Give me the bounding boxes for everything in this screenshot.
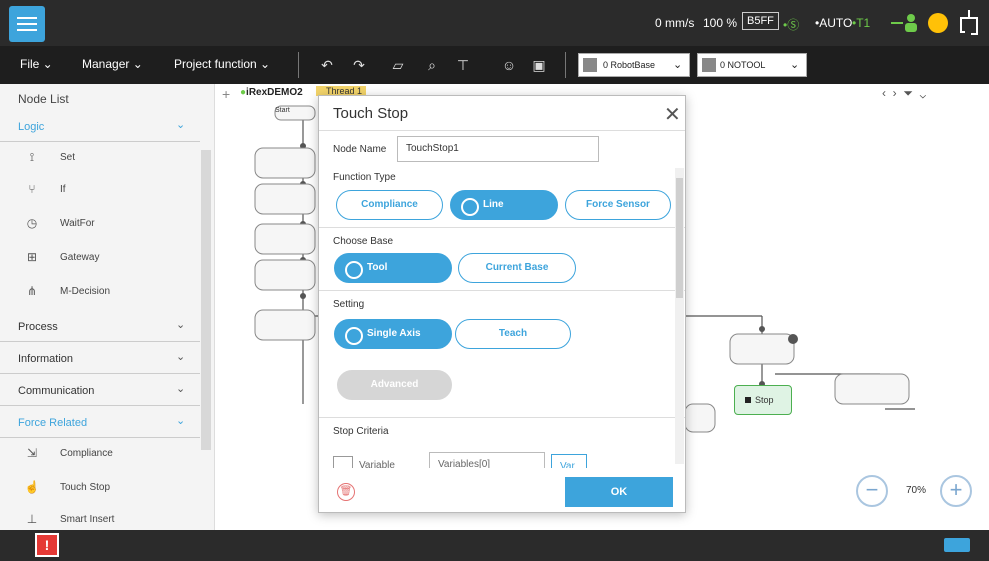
user-status-icon[interactable] — [891, 12, 919, 34]
var-button[interactable]: Var — [551, 454, 587, 468]
start-node-label: Start — [275, 107, 290, 114]
chevron-down-icon: ⌄ — [673, 59, 683, 71]
file-menu[interactable]: File ⌄ — [20, 57, 53, 71]
chevron-down-icon: ⌄ — [176, 351, 186, 363]
zoom-out-button[interactable]: − — [856, 475, 888, 507]
shape-icon[interactable]: ▱ — [389, 56, 407, 74]
menu-bar — [0, 46, 989, 84]
comment-icon[interactable]: ☺ — [500, 56, 518, 74]
function-type-force-sensor[interactable]: Force Sensor — [565, 190, 671, 220]
delete-icon[interactable]: 🗑 — [337, 483, 355, 501]
advanced-button[interactable]: Advanced — [337, 370, 452, 400]
section-process[interactable]: Process ⌄ — [0, 312, 200, 342]
close-icon[interactable]: ✕ — [664, 102, 681, 127]
m-decision-icon: ⋔ — [26, 284, 38, 298]
setting-single-axis[interactable]: Single Axis — [334, 319, 452, 349]
node-list-panel: Node List Logic ⌄ ⟟ Set ⑂ If ◷ WaitFor ⊞ … — [0, 84, 215, 530]
node-list-scrollbar[interactable] — [201, 150, 211, 450]
project-function-menu[interactable]: Project function ⌄ — [174, 57, 270, 71]
node-item-set[interactable]: ⟟ Set — [0, 142, 200, 174]
redo-icon[interactable]: ↷ — [350, 56, 368, 74]
node-item-gateway[interactable]: ⊞ Gateway — [0, 242, 200, 274]
section-force-related[interactable]: Force Related ⌄ — [0, 408, 200, 438]
search-icon[interactable]: ⌕ — [423, 56, 441, 74]
node-name-input[interactable]: TouchStop1 — [397, 136, 599, 162]
dialog-scrollbar-thumb[interactable] — [676, 178, 683, 298]
node-item-touch-stop[interactable]: ☝ Touch Stop — [0, 472, 200, 504]
tool-select[interactable]: 0 NOTOOL ⌄ — [697, 53, 807, 77]
chevron-down-icon: ⌄ — [176, 119, 186, 131]
chevron-down-icon: ⌄ — [176, 383, 186, 395]
status-light-icon — [928, 13, 948, 33]
function-type-label: Function Type — [333, 172, 396, 183]
function-type-line[interactable]: Line — [450, 190, 558, 220]
base-icon — [583, 58, 597, 72]
node-add-icon[interactable]: ⊤ — [454, 56, 472, 74]
if-icon: ⑂ — [28, 182, 36, 196]
gateway-icon: ⊞ — [26, 250, 38, 264]
base-tool[interactable]: Tool — [334, 253, 452, 283]
stop-node[interactable]: Stop — [734, 385, 792, 415]
manager-menu[interactable]: Manager ⌄ — [82, 57, 143, 71]
node-item-if[interactable]: ⑂ If — [0, 174, 200, 206]
touch-stop-dialog: Touch Stop ✕ Node Name TouchStop1 Functi… — [318, 95, 686, 513]
section-logic[interactable]: Logic ⌄ — [0, 112, 200, 142]
node-item-m-decision[interactable]: ⋔ M-Decision — [0, 276, 200, 308]
auto-mode-indicator: •AUTO — [815, 16, 853, 30]
divider — [319, 130, 685, 131]
node-item-waitfor[interactable]: ◷ WaitFor — [0, 208, 200, 240]
section-information[interactable]: Information ⌄ — [0, 344, 200, 374]
divider — [319, 290, 685, 291]
touch-stop-icon: ☝ — [24, 480, 40, 494]
hamburger-menu-icon[interactable] — [9, 6, 45, 42]
base-current-base[interactable]: Current Base — [458, 253, 576, 283]
section-communication[interactable]: Communication ⌄ — [0, 376, 200, 406]
chevron-down-icon: ⌄ — [790, 59, 800, 71]
chevron-down-icon: ⌄ — [176, 415, 186, 427]
node-name-label: Node Name — [333, 144, 387, 155]
set-icon: ⟟ — [29, 150, 35, 164]
waitfor-icon: ◷ — [26, 216, 38, 230]
zoom-level: 70% — [906, 485, 927, 496]
speed-percent: 100 % — [703, 16, 738, 30]
tool-icon — [702, 58, 716, 72]
node-item-smart-insert[interactable]: ⊥ Smart Insert — [0, 504, 200, 530]
node-item-compliance[interactable]: ⇲ Compliance — [0, 438, 200, 470]
setting-label: Setting — [333, 299, 365, 310]
setting-teach[interactable]: Teach — [455, 319, 571, 349]
menu-divider — [298, 52, 299, 78]
safety-indicator: •Ⓢ — [783, 18, 800, 32]
stop-criteria-label: Stop Criteria — [333, 426, 389, 437]
t1-indicator: •T1 — [852, 16, 871, 30]
node-list-title: Node List — [18, 92, 69, 106]
variable-label: Variable — [359, 460, 395, 468]
chevron-down-icon: ⌄ — [176, 319, 186, 331]
variable-checkbox[interactable] — [333, 456, 353, 468]
variable-input[interactable]: Variables[0] — [429, 452, 545, 468]
smart-insert-icon: ⊥ — [26, 512, 38, 526]
alert-icon[interactable]: ! — [35, 533, 59, 557]
divider — [319, 227, 685, 228]
status-code-badge[interactable]: B5FF — [742, 12, 779, 30]
robot-base-select[interactable]: 0 RobotBase ⌄ — [578, 53, 690, 77]
keyboard-icon[interactable] — [944, 538, 970, 552]
zoom-in-button[interactable]: + — [940, 475, 972, 507]
stop-criteria-row: Variable Variables[0] Var — [319, 448, 675, 468]
function-type-compliance[interactable]: Compliance — [336, 190, 443, 220]
ok-button[interactable]: OK — [565, 477, 673, 507]
dialog-title: Touch Stop — [333, 105, 409, 122]
display-icon[interactable]: ▣ — [530, 56, 548, 74]
speed-readout: 0 mm/s — [655, 16, 695, 30]
undo-icon[interactable]: ↶ — [318, 56, 336, 74]
bottom-bar — [0, 530, 989, 561]
choose-base-label: Choose Base — [333, 236, 394, 247]
robot-arm-icon[interactable] — [955, 8, 983, 38]
compliance-icon: ⇲ — [26, 446, 38, 460]
menu-divider — [565, 52, 566, 78]
divider — [319, 417, 685, 418]
